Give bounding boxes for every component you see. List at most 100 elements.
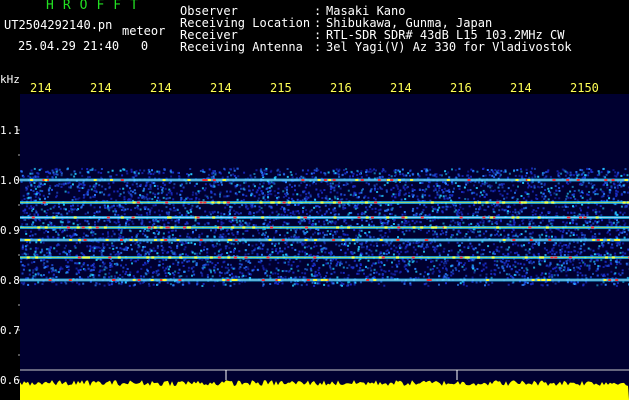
noise-pixel [397,236,399,239]
noise-pixel [160,241,163,244]
noise-pixel [265,167,268,170]
noise-pixel [160,186,162,188]
noise-pixel [561,234,564,237]
noise-pixel [62,182,65,185]
noise-pixel [137,172,140,175]
noise-pixel [241,223,244,226]
noise-pixel [212,175,215,178]
noise-pixel [396,265,399,268]
noise-pixel [210,196,213,199]
noise-pixel [623,211,626,214]
noise-pixel [231,272,233,275]
noise-pixel [518,269,521,271]
noise-pixel [397,187,399,190]
noise-pixel [458,270,460,273]
noise-pixel [289,212,292,215]
noise-pixel [564,174,567,177]
noise-pixel [224,206,227,209]
noise-pixel [318,206,321,209]
noise-pixel [478,243,481,246]
noise-pixel [403,281,406,284]
noise-pixel [570,173,573,176]
noise-pixel [229,284,232,287]
noise-pixel [325,219,328,222]
noise-pixel [292,193,295,196]
noise-pixel [487,245,490,248]
noise-pixel [276,198,279,201]
noise-pixel [147,188,150,190]
noise-pixel [365,206,368,209]
noise-pixel [109,206,111,209]
noise-pixel [365,219,368,222]
noise-pixel [465,233,468,235]
noise-pixel [66,271,69,274]
noise-pixel [290,173,293,176]
noise-pixel [535,274,538,277]
noise-pixel [463,186,466,189]
noise-pixel [82,183,85,186]
noise-pixel [295,172,297,175]
noise-pixel [136,212,138,215]
noise-pixel [606,265,609,267]
noise-pixel [252,183,255,186]
noise-pixel [610,209,613,212]
noise-pixel [317,195,320,198]
noise-pixel [30,189,33,191]
noise-pixel [180,198,183,201]
noise-pixel [365,174,368,177]
noise-pixel [42,241,45,244]
noise-pixel [79,223,82,226]
noise-pixel [537,175,540,178]
noise-pixel [384,243,387,246]
noise-pixel [29,181,32,184]
noise-pixel [34,233,37,236]
noise-pixel [35,253,38,256]
noise-pixel [109,262,112,265]
noise-pixel [534,175,537,178]
noise-pixel [412,214,415,217]
noise-pixel [397,228,400,231]
noise-pixel [229,205,232,208]
noise-pixel [71,183,74,186]
noise-pixel [333,207,336,210]
noise-pixel [125,263,127,266]
noise-pixel [492,252,495,255]
noise-pixel [519,168,522,171]
noise-pixel [172,276,175,279]
noise-pixel [32,190,35,192]
noise-pixel [484,209,487,212]
noise-pixel [149,187,152,190]
noise-pixel [485,193,488,196]
noise-pixel [87,267,90,270]
noise-pixel [429,168,432,171]
noise-pixel [92,262,95,265]
noise-pixel [185,221,188,224]
noise-pixel [110,197,113,200]
noise-pixel [465,274,468,277]
noise-pixel [64,182,67,185]
noise-pixel [122,206,125,209]
noise-pixel [224,235,227,238]
noise-pixel [621,272,624,275]
noise-pixel [588,268,591,271]
noise-pixel [76,281,78,284]
noise-pixel [283,221,286,224]
noise-pixel [214,271,217,274]
noise-pixel [255,211,258,214]
noise-pixel [181,261,184,264]
noise-pixel [559,242,562,245]
noise-pixel [329,185,332,188]
noise-pixel [538,234,541,237]
noise-pixel [460,211,463,214]
noise-pixel [157,233,160,236]
noise-pixel [499,233,502,236]
noise-pixel [624,222,627,225]
noise-pixel [386,181,389,184]
noise-pixel [555,193,558,196]
noise-pixel [98,250,101,252]
noise-pixel [282,224,285,227]
noise-pixel [426,266,429,269]
noise-pixel [299,194,302,197]
noise-pixel [532,222,535,225]
noise-pixel [336,276,339,279]
